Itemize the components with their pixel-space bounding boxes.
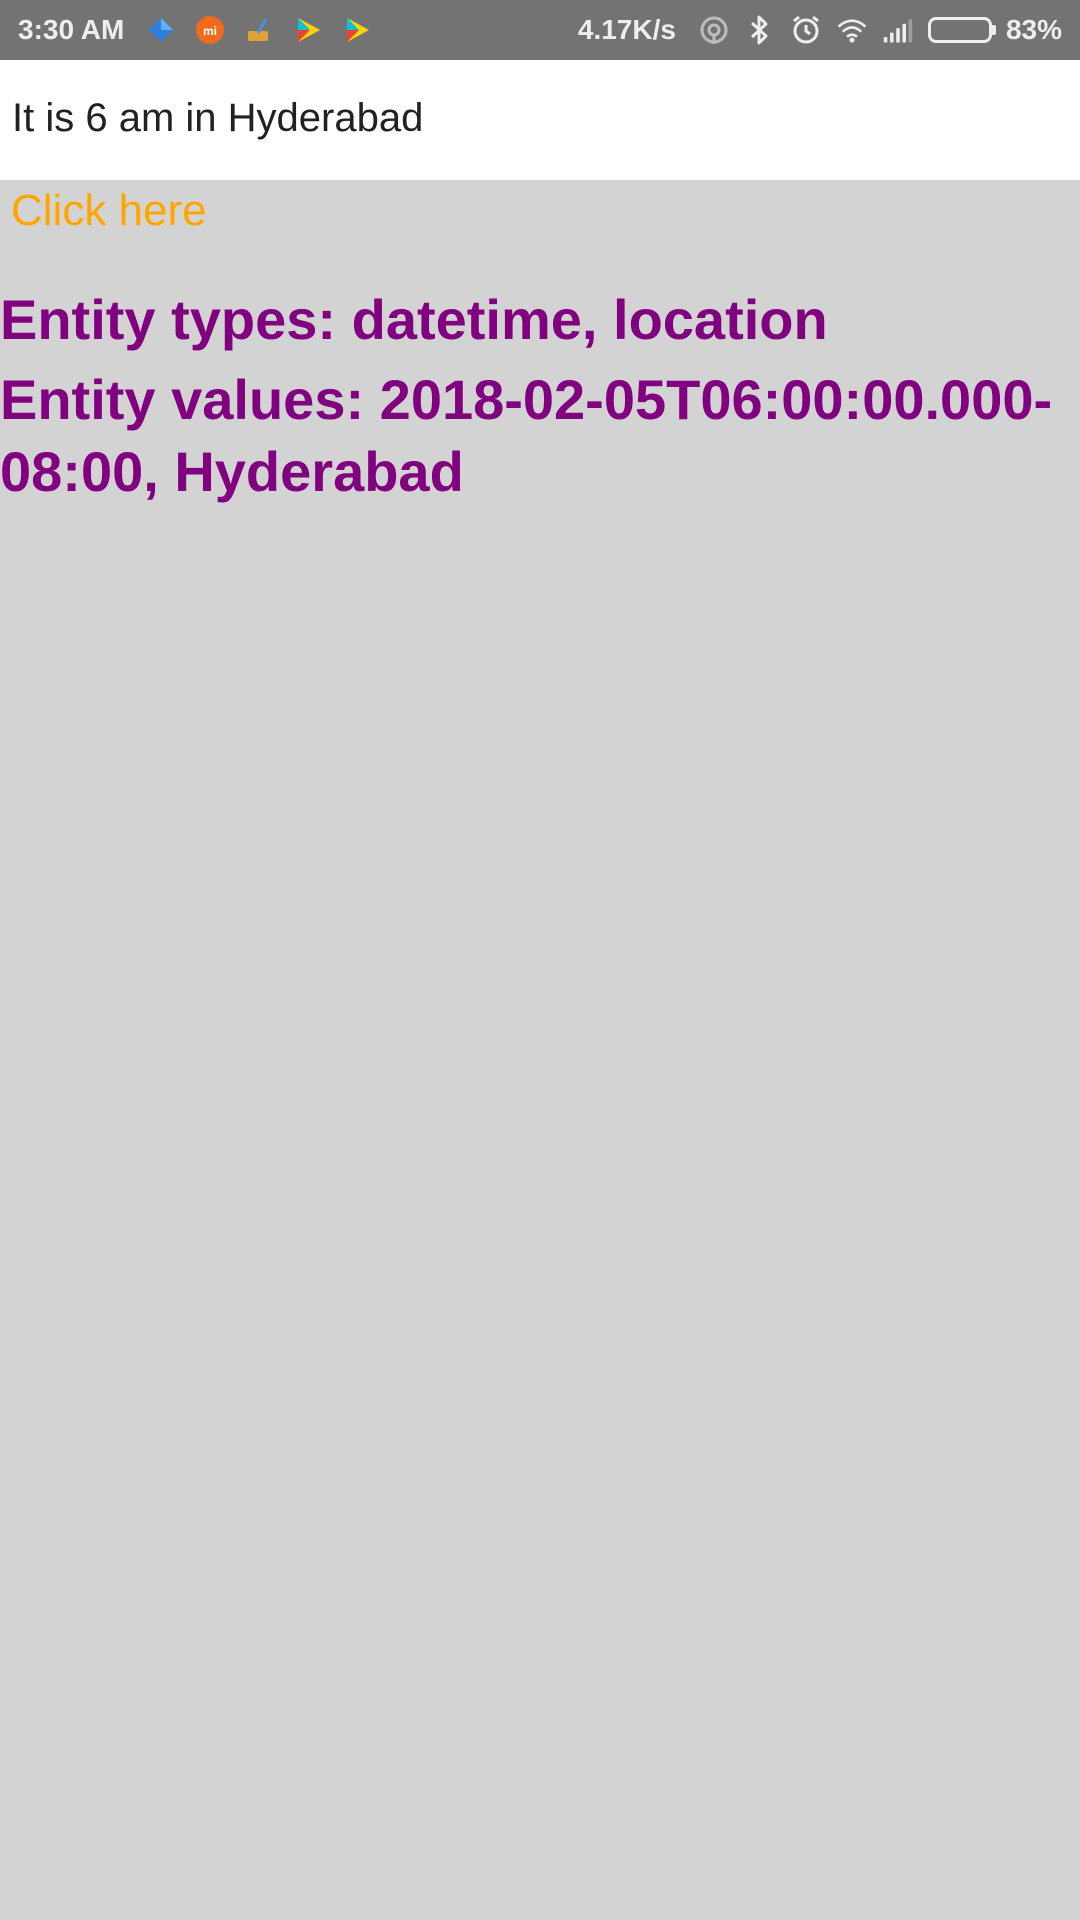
battery-icon	[927, 17, 996, 43]
click-here-button[interactable]: Click here	[11, 186, 207, 236]
blue-diamond-icon	[146, 15, 176, 45]
hotspot-icon	[698, 14, 730, 46]
status-bar-left: 3:30 AM mi	[18, 14, 391, 46]
svg-text:mi: mi	[203, 24, 217, 38]
battery-percent: 83%	[1005, 14, 1062, 45]
query-input-area	[0, 60, 1080, 180]
wifi-icon	[836, 14, 868, 46]
query-input[interactable]	[12, 96, 1062, 141]
status-bar-right: 4.17K/s 83%	[578, 14, 1062, 46]
network-speed: 4.17K/s	[577, 14, 676, 45]
cleaner-icon	[244, 15, 274, 45]
status-time: 3:30 AM	[18, 14, 125, 45]
entity-values-text: Entity values: 2018-02-05T06:00:00.000-0…	[0, 368, 1053, 503]
signal-icon	[882, 14, 914, 46]
alarm-icon	[790, 14, 822, 46]
entity-types-text: Entity types: datetime, location	[0, 288, 828, 351]
bluetooth-icon	[744, 14, 776, 46]
play-store-icon	[293, 15, 323, 45]
mi-icon: mi	[195, 15, 225, 45]
entity-results: Entity types: datetime, location Entity …	[0, 284, 1080, 508]
play-store-icon	[342, 15, 372, 45]
status-bar: 3:30 AM mi 4.17K/s 83%	[0, 0, 1080, 60]
